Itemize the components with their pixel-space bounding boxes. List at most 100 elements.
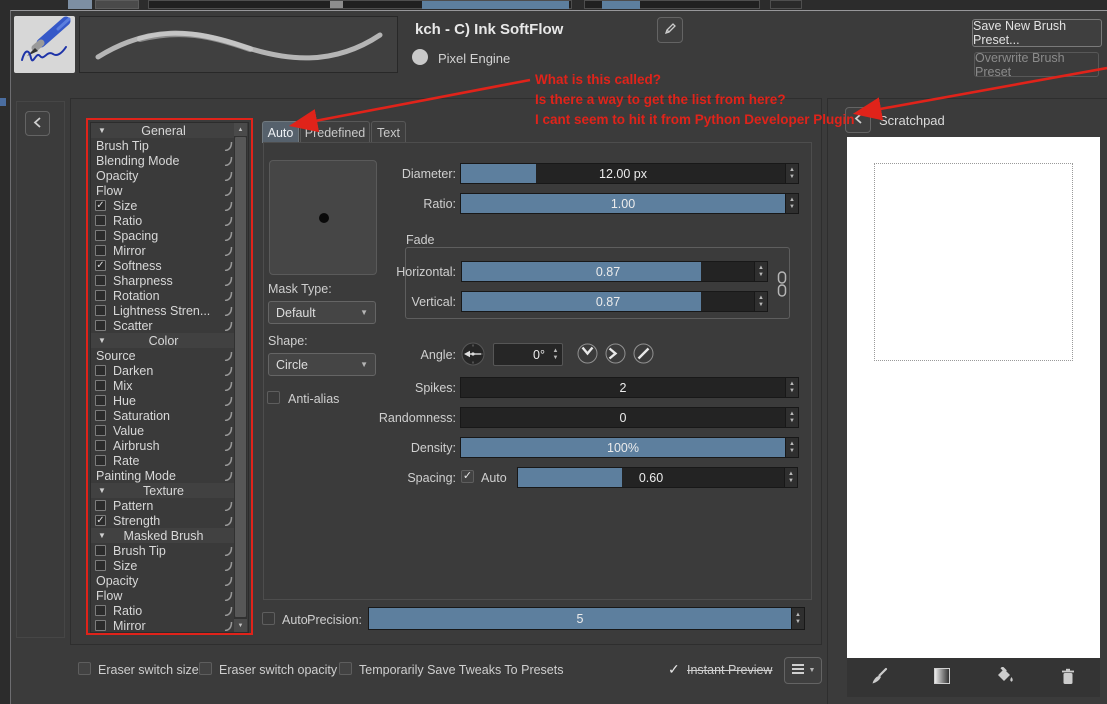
eraser-switch-size-checkbox[interactable] — [78, 662, 91, 675]
option-airbrush[interactable]: Airbrush — [91, 438, 236, 453]
scratchpad-clear-button[interactable] — [1055, 665, 1081, 691]
option-brush-tip[interactable]: Brush Tip — [91, 543, 236, 558]
options-section-masked-brush[interactable]: ▼ Masked Brush — [91, 528, 236, 543]
tab-text[interactable]: Text — [371, 121, 406, 143]
spacing-slider[interactable]: 0.60 — [517, 467, 785, 488]
options-section-general[interactable]: ▼ General — [91, 123, 236, 138]
option-checkbox[interactable] — [95, 425, 106, 436]
option-brush-tip[interactable]: Brush Tip — [91, 138, 236, 153]
fade-horizontal-slider[interactable]: 0.87 — [461, 261, 755, 282]
angle-preset-vertical-button[interactable] — [577, 343, 598, 364]
option-checkbox[interactable] — [95, 560, 106, 571]
fade-vertical-slider[interactable]: 0.87 — [461, 291, 755, 312]
scratchpad-gradient-button[interactable] — [929, 665, 955, 691]
angle-dial[interactable] — [461, 342, 485, 369]
option-checkbox[interactable] — [95, 275, 106, 286]
option-lightness-stren[interactable]: Lightness Stren... — [91, 303, 236, 318]
options-scrollbar[interactable]: ▲ ▼ — [234, 123, 247, 632]
scroll-down-button[interactable]: ▼ — [234, 619, 247, 632]
option-saturation[interactable]: Saturation — [91, 408, 236, 423]
angle-preset-horizontal-button[interactable] — [605, 343, 626, 364]
option-checkbox[interactable] — [95, 395, 106, 406]
option-mirror[interactable]: Mirror — [91, 618, 236, 632]
option-rotation[interactable]: Rotation — [91, 288, 236, 303]
options-section-color[interactable]: ▼ Color — [91, 333, 236, 348]
angle-spinner[interactable]: ▲ ▼ — [549, 344, 562, 365]
option-ratio[interactable]: Ratio — [91, 213, 236, 228]
option-sharpness[interactable]: Sharpness — [91, 273, 236, 288]
ratio-spinner[interactable]: ▲ ▼ — [786, 193, 799, 214]
diameter-spinner[interactable]: ▲ ▼ — [786, 163, 799, 184]
option-mix[interactable]: Mix — [91, 378, 236, 393]
spikes-slider[interactable]: 2 — [460, 377, 786, 398]
instant-preview-check-icon[interactable]: ✓ — [668, 661, 680, 678]
option-size[interactable]: Size — [91, 558, 236, 573]
option-ratio[interactable]: Ratio — [91, 603, 236, 618]
scrollbar-thumb[interactable] — [235, 137, 246, 617]
option-flow[interactable]: Flow — [91, 183, 236, 198]
scratchpad-canvas[interactable] — [847, 137, 1100, 658]
option-pattern[interactable]: Pattern — [91, 498, 236, 513]
option-checkbox[interactable] — [95, 230, 106, 241]
spacing-spinner[interactable]: ▲ ▼ — [785, 467, 798, 488]
diameter-slider[interactable]: 12.00 px — [460, 163, 786, 184]
fade-horizontal-spinner[interactable]: ▲ ▼ — [755, 261, 768, 282]
option-checkbox[interactable] — [95, 290, 106, 301]
option-opacity[interactable]: Opacity — [91, 168, 236, 183]
option-checkbox[interactable] — [95, 320, 106, 331]
option-checkbox[interactable] — [95, 365, 106, 376]
option-flow[interactable]: Flow — [91, 588, 236, 603]
tab-auto[interactable]: Auto — [262, 121, 299, 143]
spacing-auto-checkbox[interactable]: ✓ — [461, 470, 474, 483]
option-scatter[interactable]: Scatter — [91, 318, 236, 333]
option-checkbox[interactable] — [95, 380, 106, 391]
option-checkbox[interactable] — [95, 605, 106, 616]
antialias-checkbox[interactable] — [267, 391, 280, 404]
option-blending-mode[interactable]: Blending Mode — [91, 153, 236, 168]
option-strength[interactable]: ✓ Strength — [91, 513, 236, 528]
option-checkbox[interactable] — [95, 455, 106, 466]
option-checkbox[interactable] — [95, 620, 106, 631]
detach-menu-button[interactable]: ▼ — [784, 657, 822, 684]
ratio-slider[interactable]: 1.00 — [460, 193, 786, 214]
option-mirror[interactable]: Mirror — [91, 243, 236, 258]
collapse-presets-button[interactable] — [25, 111, 50, 136]
scratchpad-paint-button[interactable] — [866, 665, 892, 691]
option-rate[interactable]: Rate — [91, 453, 236, 468]
option-checkbox[interactable]: ✓ — [95, 515, 106, 526]
save-tweaks-checkbox[interactable] — [339, 662, 352, 675]
option-checkbox[interactable]: ✓ — [95, 200, 106, 211]
spikes-spinner[interactable]: ▲ ▼ — [786, 377, 799, 398]
option-painting-mode[interactable]: Painting Mode — [91, 468, 236, 483]
scroll-up-button[interactable]: ▲ — [234, 123, 247, 136]
fade-link-toggle[interactable] — [775, 270, 789, 301]
scratchpad-fill-button[interactable] — [992, 665, 1018, 691]
precision-spinner[interactable]: ▲ ▼ — [792, 607, 805, 630]
randomness-spinner[interactable]: ▲ ▼ — [786, 407, 799, 428]
option-size[interactable]: ✓ Size — [91, 198, 236, 213]
option-checkbox[interactable]: ✓ — [95, 260, 106, 271]
density-spinner[interactable]: ▲ ▼ — [786, 437, 799, 458]
angle-spinbox[interactable]: 0° ▲ ▼ — [493, 343, 563, 366]
randomness-slider[interactable]: 0 — [460, 407, 786, 428]
option-checkbox[interactable] — [95, 410, 106, 421]
option-checkbox[interactable] — [95, 440, 106, 451]
option-checkbox[interactable] — [95, 215, 106, 226]
save-new-brush-preset-button[interactable]: Save New Brush Preset... — [972, 19, 1102, 47]
option-value[interactable]: Value — [91, 423, 236, 438]
fade-vertical-spinner[interactable]: ▲ ▼ — [755, 291, 768, 312]
option-hue[interactable]: Hue — [91, 393, 236, 408]
overwrite-brush-preset-button[interactable]: Overwrite Brush Preset — [974, 51, 1099, 79]
option-spacing[interactable]: Spacing — [91, 228, 236, 243]
option-checkbox[interactable] — [95, 305, 106, 316]
option-source[interactable]: Source — [91, 348, 236, 363]
option-softness[interactable]: ✓ Softness — [91, 258, 236, 273]
rename-preset-button[interactable] — [657, 17, 683, 43]
density-slider[interactable]: 100% — [460, 437, 786, 458]
options-section-texture[interactable]: ▼ Texture — [91, 483, 236, 498]
precision-slider[interactable]: 5 — [368, 607, 792, 630]
option-darken[interactable]: Darken — [91, 363, 236, 378]
option-checkbox[interactable] — [95, 545, 106, 556]
tab-predefined[interactable]: Predefined — [300, 121, 370, 143]
angle-preset-diagonal-button[interactable] — [633, 343, 654, 364]
